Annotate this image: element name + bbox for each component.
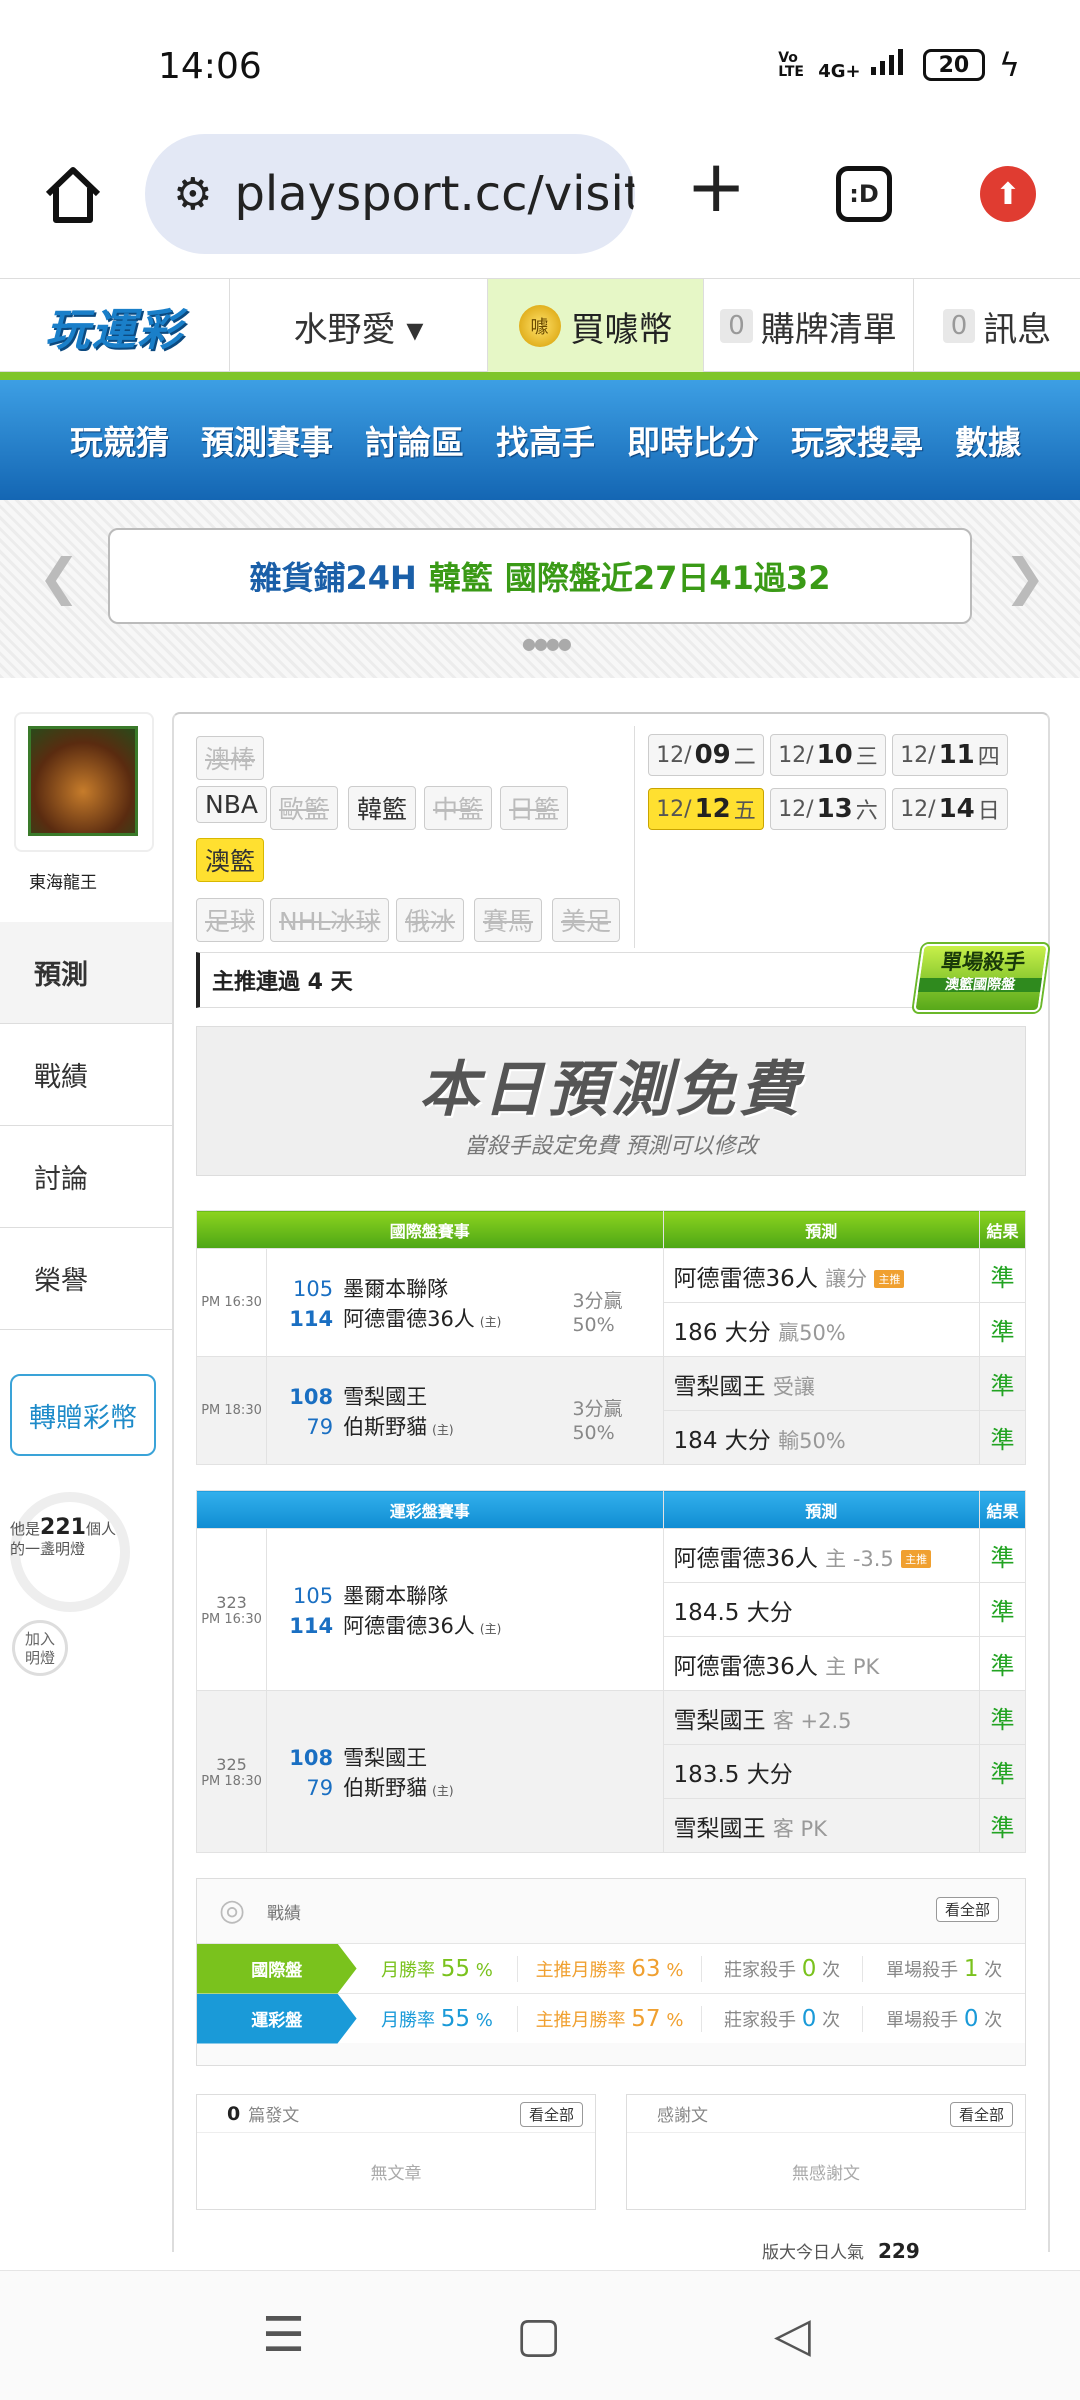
league-tag[interactable]: 中籃 xyxy=(424,786,493,830)
avatar-image xyxy=(28,726,138,836)
sidebar-item-honor[interactable]: 榮譽 xyxy=(0,1228,172,1330)
popularity: 版大今日人氣 229 xyxy=(762,2239,920,2263)
url-bar[interactable]: ⚙ playsport.cc/visit xyxy=(145,134,635,254)
league-tag[interactable]: 足球 xyxy=(196,898,265,942)
league-tag[interactable]: 日籃 xyxy=(500,786,569,830)
view-all-button[interactable]: 看全部 xyxy=(949,2102,1013,2127)
nav-item[interactable]: 即時比分 xyxy=(627,416,759,464)
nav-item[interactable]: 玩家搜尋 xyxy=(791,416,923,464)
sidebar-item-discuss[interactable]: 討論 xyxy=(0,1126,172,1228)
league-tag[interactable]: 澳棒 xyxy=(196,736,265,780)
nav-item[interactable]: 找高手 xyxy=(496,416,595,464)
record-title: 戰績 xyxy=(267,1903,301,1924)
table-row: 323 PM 16:30 105 墨爾本聯隊 114 阿德雷德36人 (主) 阿德雷德… xyxy=(195,1528,1027,1691)
home-square-icon[interactable]: ▢ xyxy=(516,2307,561,2363)
home-icon[interactable] xyxy=(40,162,106,228)
menu-icon[interactable]: ☰ xyxy=(262,2307,305,2363)
thanks-panel: 感謝文 看全部 無感謝文 xyxy=(626,2094,1026,2210)
table-header: 運彩盤賽事 xyxy=(196,1490,664,1529)
profile-sidebar: 東海龍王 預測 戰績 討論 榮譽 轉贈彩幣 他是221個人 的一盞明燈 加入 明燈 xyxy=(0,712,172,2252)
killer-badge: 單場殺手 澳籃國際盤 xyxy=(913,944,1049,1012)
top-pick-tag: 主推 xyxy=(874,1270,905,1288)
clock: 14:06 xyxy=(158,46,262,87)
view-all-button[interactable]: 看全部 xyxy=(519,2102,583,2127)
table-header: 結果 xyxy=(978,1490,1027,1529)
league-tag[interactable]: 韓籃 xyxy=(348,786,417,830)
user-menu[interactable]: 水野愛 ▾ xyxy=(230,279,488,373)
date-button[interactable]: 12/14 日 xyxy=(892,788,1008,830)
date-button[interactable]: 12/13 六 xyxy=(770,788,886,830)
browser-toolbar: ⚙ playsport.cc/visit + :D ⬆ xyxy=(0,130,1080,278)
date-button[interactable]: 12/09 二 xyxy=(648,734,764,776)
sidebar-item-record[interactable]: 戰績 xyxy=(0,1024,172,1126)
record-row: 運彩盤 月勝率 55 % 主推月勝率 57 % 莊家殺手 0 次 單場殺手 0 … xyxy=(197,1993,1025,2044)
sport-prediction-table: 運彩盤賽事 預測 結果 323 PM 16:30 105 墨爾本聯隊 114 阿德雷德36… xyxy=(195,1490,1027,1853)
site-logo[interactable]: 玩運彩 xyxy=(0,279,230,373)
free-prediction-banner: 本日預測免費 當殺手設定免費 預測可以修改 xyxy=(196,1026,1026,1176)
table-header: 預測 xyxy=(662,1490,980,1529)
nav-item[interactable]: 數據 xyxy=(955,416,1021,464)
header-divider xyxy=(0,372,1080,380)
site-header: 玩運彩 水野愛 ▾ 噱 買噱幣 0 購牌清單 0 訊息 xyxy=(0,278,1080,373)
league-tag[interactable]: 美足 xyxy=(552,898,621,942)
chevron-left-icon[interactable]: ❮ xyxy=(38,548,80,606)
nav-item[interactable]: 預測賽事 xyxy=(201,416,333,464)
table-header: 結果 xyxy=(978,1210,1027,1249)
cart-button[interactable]: 0 購牌清單 xyxy=(704,279,914,373)
streak-bar: 主推連過 4 天 xyxy=(196,952,1026,1008)
sidebar-item-predict[interactable]: 預測 xyxy=(0,922,172,1024)
view-all-button[interactable]: 看全部 xyxy=(935,1897,999,1922)
promo-banner: ❮ 雜貨鋪24H 韓籃 國際盤近27日41過32 ❯ ●●●● xyxy=(0,500,1080,678)
coin-icon: 噱 xyxy=(518,305,561,347)
date-button[interactable]: 12/11 四 xyxy=(892,734,1008,776)
league-tag[interactable]: 賽馬 xyxy=(474,898,543,942)
upgrade-icon[interactable]: ⬆ xyxy=(980,166,1036,222)
status-bar: 14:06 Vo LTE 4G+ 20 ϟ xyxy=(0,0,1080,130)
signal-icon: 4G+ xyxy=(818,47,909,84)
record-row: 國際盤 月勝率 55 % 主推月勝率 63 % 莊家殺手 0 次 單場殺手 1 … xyxy=(197,1943,1025,1994)
league-tag[interactable]: NHL冰球 xyxy=(270,898,390,942)
tabs-icon[interactable]: :D xyxy=(836,166,892,222)
intl-prediction-table: 國際盤賽事 預測 結果 PM 16:30 105 墨爾本聯隊 114 阿德雷德36人 (… xyxy=(195,1210,1027,1465)
league-tag[interactable]: 歐籃 xyxy=(270,786,339,830)
target-icon: ◎ xyxy=(219,1893,246,1928)
url-text: playsport.cc/visit xyxy=(234,166,635,222)
banner-link[interactable]: 雜貨鋪24H 韓籃 國際盤近27日41過32 xyxy=(108,528,972,624)
back-icon[interactable]: ◁ xyxy=(774,2307,811,2363)
system-nav-bar: ☰ ▢ ◁ xyxy=(0,2270,1080,2400)
charging-icon: ϟ xyxy=(998,46,1020,84)
league-tag[interactable]: 俄冰 xyxy=(396,898,465,942)
new-tab-icon[interactable]: + xyxy=(686,150,746,222)
avatar[interactable] xyxy=(14,712,154,852)
gift-coin-button[interactable]: 轉贈彩幣 xyxy=(10,1374,156,1456)
nav-item[interactable]: 討論區 xyxy=(365,416,464,464)
table-header: 國際盤賽事 xyxy=(196,1210,664,1249)
posts-panel: 0 篇發文 看全部 無文章 xyxy=(196,2094,596,2210)
record-panel: ◎ 戰績 看全部 國際盤 月勝率 55 % 主推月勝率 63 % 莊家殺手 0 … xyxy=(196,1878,1026,2066)
buy-coin-button[interactable]: 噱 買噱幣 xyxy=(488,279,704,373)
main-panel: 澳棒 NBA 歐籃 韓籃 中籃 日籃 澳籃 足球 NHL冰球 俄冰 賽馬 美足 … xyxy=(172,712,1050,2263)
top-pick-tag: 主推 xyxy=(901,1550,932,1568)
user-name: 東海龍王 xyxy=(29,873,97,893)
table-row: 325 PM 18:30 108 雪梨國王 79 伯斯野貓 (主) 雪梨國王 客 +2… xyxy=(195,1690,1027,1853)
join-lamp-button[interactable]: 加入 明燈 xyxy=(12,1620,68,1676)
table-row: PM 18:30 108 雪梨國王 79 伯斯野貓 (主) 3分贏 50% 雪梨國王 … xyxy=(195,1356,1027,1465)
date-button[interactable]: 12/10 三 xyxy=(770,734,886,776)
chevron-right-icon[interactable]: ❯ xyxy=(1004,548,1046,606)
message-button[interactable]: 0 訊息 xyxy=(914,279,1080,373)
nav-item[interactable]: 玩競猜 xyxy=(70,416,169,464)
volte-icon: Vo LTE xyxy=(778,50,804,80)
lamp-text: 他是221個人 的一盞明燈 xyxy=(10,1515,116,1559)
battery-icon: 20 xyxy=(922,49,985,81)
site-settings-icon[interactable]: ⚙ xyxy=(173,169,212,220)
date-button-selected[interactable]: 12/12 五 xyxy=(648,788,764,830)
league-tag[interactable]: NBA xyxy=(196,786,267,823)
carousel-dots: ●●●● xyxy=(522,634,572,653)
table-row: PM 16:30 105 墨爾本聯隊 114 阿德雷德36人 (主) 3分贏 50% … xyxy=(195,1248,1027,1357)
table-header: 預測 xyxy=(662,1210,980,1249)
divider xyxy=(634,726,635,948)
league-tag-selected[interactable]: 澳籃 xyxy=(196,838,265,882)
main-nav: 玩競猜 預測賽事 討論區 找高手 即時比分 玩家搜尋 數據 xyxy=(0,380,1080,500)
